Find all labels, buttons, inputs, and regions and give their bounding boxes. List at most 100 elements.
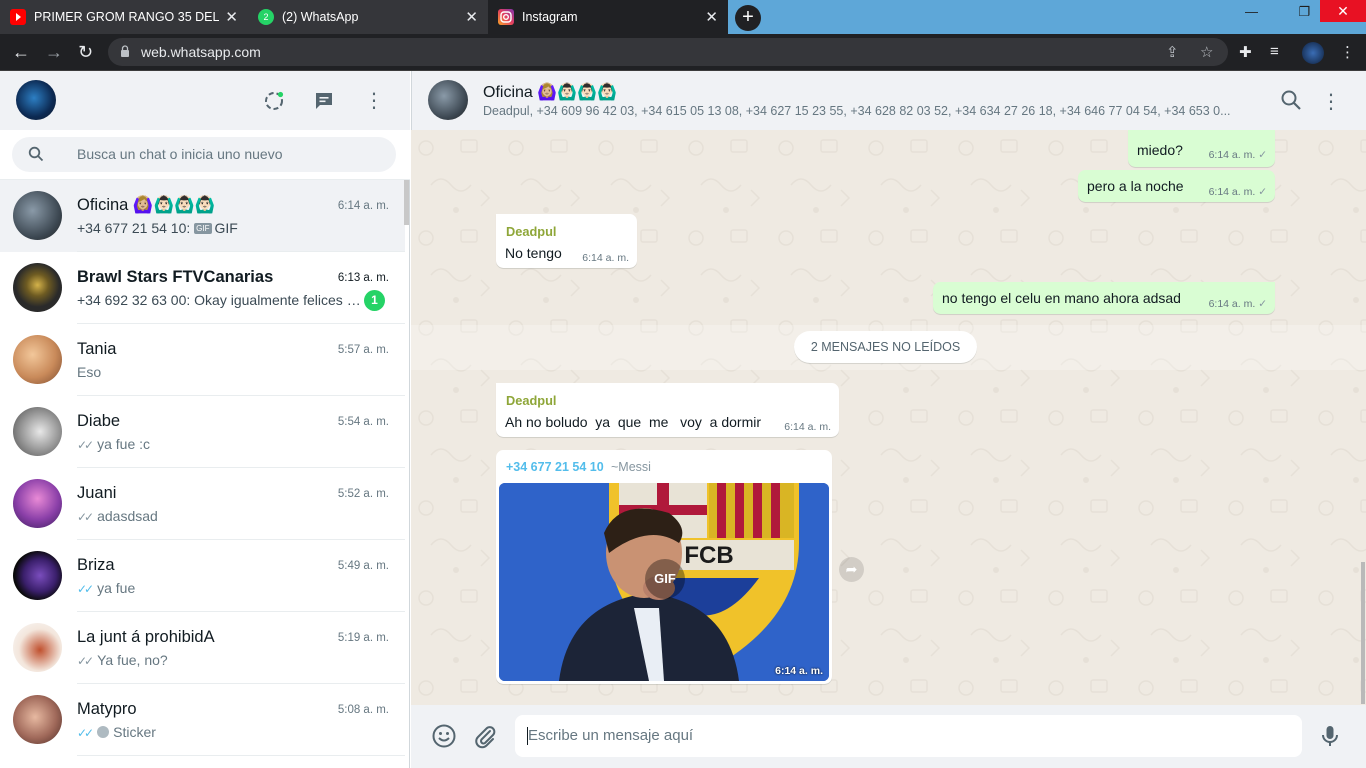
message-outgoing[interactable]: miedo? 6:14 a. m. ✓ — [1128, 130, 1275, 167]
message-outgoing[interactable]: pero a la noche 6:14 a. m. ✓ — [1078, 170, 1275, 202]
close-tab-icon[interactable]: ✕ — [225, 8, 238, 26]
gif-play-button[interactable]: GIF — [645, 559, 685, 599]
search-input[interactable]: Busca un chat o inicia uno nuevo — [12, 137, 396, 172]
browser-tab-strip: PRIMER GROM RANGO 35 DEL MUNDO ✕ 2 (2) W… — [0, 0, 1366, 34]
emoji-icon[interactable] — [431, 723, 457, 749]
conversation-panel: Oficina 🙆🏼‍♀️🙆🏻‍♂️🙆🏻‍♂️🙆🏻‍♂️ Deadpul, +3… — [411, 71, 1366, 768]
url-text: web.whatsapp.com — [141, 44, 261, 60]
unread-divider: 2 MENSAJES NO LEÍDOS — [411, 325, 1366, 370]
chat-preview: ✓✓ ya fue — [77, 580, 136, 596]
gif-crest-letters: FCB — [684, 542, 733, 569]
forward-icon[interactable]: ➦ — [839, 557, 864, 582]
tab-instagram[interactable]: Instagram ✕ — [488, 0, 728, 34]
unread-divider-label: 2 MENSAJES NO LEÍDOS — [794, 331, 977, 363]
attach-icon[interactable] — [472, 723, 498, 749]
chat-item-diabe[interactable]: Diabe 5:54 a. m. ✓✓ ya fue :c — [0, 396, 405, 468]
tab-title: PRIMER GROM RANGO 35 DEL MUNDO — [34, 10, 219, 24]
chat-item-matypro[interactable]: Matypro 5:08 a. m. ✓✓ Sticker — [0, 684, 405, 756]
conversation-title: Oficina 🙆🏼‍♀️🙆🏻‍♂️🙆🏻‍♂️🙆🏻‍♂️ — [483, 84, 617, 101]
tab-whatsapp[interactable]: 2 (2) WhatsApp ✕ — [248, 0, 488, 34]
chat-item-juani[interactable]: Juani 5:52 a. m. ✓✓ adasdsad — [0, 468, 405, 540]
close-tab-icon[interactable]: ✕ — [465, 8, 478, 26]
double-check-icon: ✓✓ — [77, 438, 94, 452]
message-incoming[interactable]: Deadpul Ah no boludo ya que me voy a dor… — [496, 383, 839, 437]
forward-icon[interactable]: → — [45, 42, 63, 63]
chat-avatar — [13, 479, 62, 528]
chat-time: 5:54 a. m. — [337, 416, 389, 428]
chat-preview: Eso — [77, 364, 102, 380]
extensions-icon[interactable]: ✚ — [1239, 43, 1252, 61]
close-tab-icon[interactable]: ✕ — [705, 8, 718, 26]
message-scrollbar[interactable] — [1361, 562, 1365, 704]
status-icon[interactable] — [263, 90, 285, 112]
chat-avatar — [13, 551, 62, 600]
search-messages-icon[interactable] — [1279, 89, 1303, 113]
chat-preview: +34 692 32 63 00: Okay igualmente felice… — [77, 292, 362, 308]
chat-item-brawl-stars[interactable]: Brawl Stars FTVCanarias 6:13 a. m. +34 6… — [0, 252, 405, 324]
chat-name: Matypro — [77, 700, 137, 718]
chat-time: 5:49 a. m. — [337, 560, 389, 572]
message-area[interactable]: miedo? 6:14 a. m. ✓ pero a la noche 6:14… — [411, 130, 1366, 705]
conversation-header[interactable]: Oficina 🙆🏼‍♀️🙆🏻‍♂️🙆🏻‍♂️🙆🏻‍♂️ Deadpul, +3… — [411, 71, 1366, 130]
chat-list: Oficina 🙆🏼‍♀️🙆🏻‍♂️🙆🏻‍♂️🙆🏻‍♂️ 6:14 a. m. … — [0, 180, 405, 768]
address-bar[interactable]: web.whatsapp.com ⇪ ☆ — [108, 38, 1228, 66]
gif-media[interactable]: FCB GIF 6:14 a. m. — [499, 483, 829, 681]
chat-name: Briza — [77, 556, 115, 574]
double-check-icon: ✓ — [1258, 149, 1267, 161]
chat-item-briza[interactable]: Briza 5:49 a. m. ✓✓ ya fue — [0, 540, 405, 612]
message-input[interactable]: Escribe un mensaje aquí — [515, 715, 1302, 757]
message-outgoing[interactable]: no tengo el celu en mano ahora adsad 6:1… — [933, 282, 1275, 314]
new-tab-button[interactable]: + — [735, 5, 761, 31]
whatsapp-icon: 2 — [258, 9, 274, 25]
microphone-icon[interactable] — [1317, 723, 1343, 749]
chat-item-tania[interactable]: Tania 5:57 a. m. Eso — [0, 324, 405, 396]
tab-title: Instagram — [522, 10, 578, 24]
message-time: 6:14 a. m. — [582, 252, 629, 264]
sidebar-scrollbar[interactable] — [404, 180, 409, 225]
chat-name: Oficina 🙆🏼‍♀️🙆🏻‍♂️🙆🏻‍♂️🙆🏻‍♂️ — [77, 196, 216, 214]
lock-icon — [121, 45, 129, 57]
chat-avatar — [13, 623, 62, 672]
double-check-read-icon: ✓✓ — [77, 582, 94, 596]
chat-avatar — [13, 335, 62, 384]
share-icon[interactable]: ⇪ — [1166, 43, 1179, 61]
message-meta: 6:14 a. m. ✓ — [1208, 298, 1267, 310]
chat-preview: ✓✓ ya fue :c — [77, 436, 151, 452]
new-chat-icon[interactable] — [313, 90, 335, 112]
back-icon[interactable]: ← — [12, 42, 30, 63]
chat-name: Tania — [77, 340, 117, 358]
minimize-icon[interactable]: — — [1245, 4, 1258, 19]
conversation-menu-icon[interactable]: ⋮ — [1319, 89, 1343, 113]
group-avatar[interactable] — [428, 80, 468, 120]
browser-toolbar: ← → ↻ web.whatsapp.com ⇪ ☆ ✚ ≡ ⋮ — [0, 34, 1366, 71]
my-profile-avatar[interactable] — [16, 80, 56, 120]
chat-item-la-junta[interactable]: La junt á prohibidA 5:19 a. m. ✓✓ Ya fue,… — [0, 612, 405, 684]
search-bar: Busca un chat o inicia uno nuevo — [0, 130, 410, 180]
search-placeholder: Busca un chat o inicia uno nuevo — [77, 146, 283, 162]
double-check-icon: ✓✓ — [77, 654, 94, 668]
profile-avatar[interactable] — [1302, 42, 1324, 64]
maximize-icon[interactable]: ❐ — [1298, 4, 1310, 20]
message-text: miedo? — [1137, 142, 1183, 158]
chat-name: Diabe — [77, 412, 121, 430]
sidebar: ⋮ Busca un chat o inicia uno nuevo Ofici… — [0, 71, 410, 768]
bookmark-star-icon[interactable]: ☆ — [1200, 43, 1213, 61]
window-close-icon[interactable]: ✕ — [1320, 0, 1366, 22]
gif-icon: GIF — [194, 223, 212, 234]
chat-item-oficina[interactable]: Oficina 🙆🏼‍♀️🙆🏻‍♂️🙆🏻‍♂️🙆🏻‍♂️ 6:14 a. m. … — [0, 180, 405, 252]
reload-icon[interactable]: ↻ — [78, 42, 93, 63]
browser-menu-icon[interactable]: ⋮ — [1340, 43, 1355, 61]
participants-list: Deadpul, +34 609 96 42 03, +34 615 05 13… — [483, 104, 1231, 118]
menu-icon[interactable]: ⋮ — [363, 90, 385, 112]
double-check-icon: ✓✓ — [77, 510, 94, 524]
chat-preview: ✓✓ adasdsad — [77, 508, 158, 524]
media-control-icon[interactable]: ≡ — [1270, 43, 1279, 60]
message-text: no tengo el celu en mano ahora adsad — [942, 290, 1181, 306]
chat-preview: ✓✓ Ya fue, no? — [77, 652, 168, 668]
chat-preview: ✓✓ Sticker — [77, 724, 156, 740]
message-sender: Deadpul — [506, 393, 557, 408]
message-incoming[interactable]: Deadpul No tengo 6:14 a. m. — [496, 214, 637, 268]
message-sender-phone: +34 677 21 54 10 — [506, 460, 604, 474]
unread-count-badge: 1 — [364, 290, 385, 311]
tab-youtube[interactable]: PRIMER GROM RANGO 35 DEL MUNDO ✕ — [0, 0, 248, 34]
